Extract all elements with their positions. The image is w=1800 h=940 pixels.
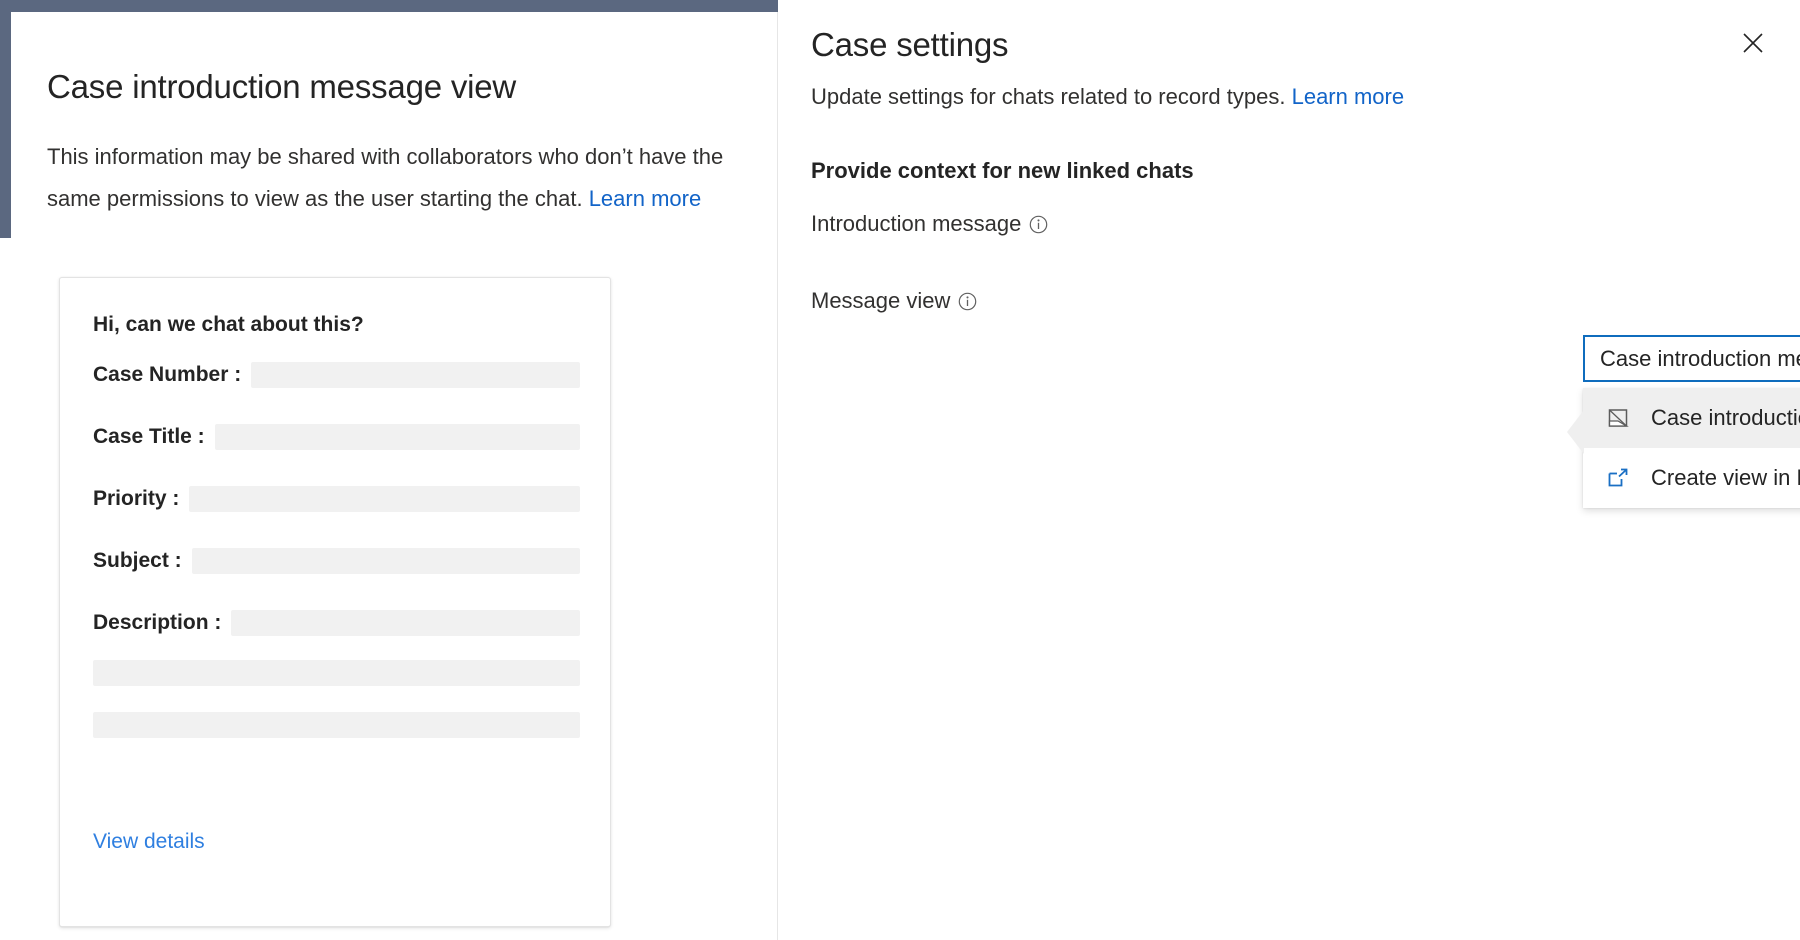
card-field-value-placeholder: [189, 486, 580, 512]
card-description-bar: [93, 712, 580, 738]
app-root: Case introduction message view This info…: [0, 0, 1800, 940]
message-preview-card: Hi, can we chat about this? Case Number …: [59, 277, 611, 927]
info-icon[interactable]: [958, 292, 977, 311]
preview-title: Case introduction message view: [47, 68, 516, 106]
card-field-label: Case Number :: [93, 363, 241, 387]
panel-subtitle-text: Update settings for chats related to rec…: [811, 84, 1292, 109]
card-field-label: Priority :: [93, 487, 179, 511]
preview-panel: Case introduction message view This info…: [11, 12, 778, 940]
dropdown-option-label: Create view in Power Apps: [1651, 465, 1800, 491]
card-field-value-placeholder: [192, 548, 580, 574]
card-description-bar: [93, 660, 580, 686]
dropdown-option-create-view-in-power-apps[interactable]: Create view in Power Apps: [1583, 448, 1800, 508]
close-icon: [1740, 30, 1766, 56]
message-view-dropdown: Case introduction message view Create vi…: [1583, 388, 1800, 508]
card-field-value-placeholder: [215, 424, 580, 450]
card-view-details-link[interactable]: View details: [93, 830, 205, 854]
panel-subtitle: Update settings for chats related to rec…: [811, 84, 1404, 110]
introduction-message-label: Introduction message: [811, 211, 1021, 237]
card-field-value-placeholder: [231, 610, 580, 636]
card-greeting: Hi, can we chat about this?: [93, 313, 364, 337]
preview-description: This information may be shared with coll…: [47, 136, 737, 220]
message-view-combobox[interactable]: [1583, 335, 1800, 382]
info-icon[interactable]: [1029, 215, 1048, 234]
window-chrome-left-strip-lower: [0, 238, 11, 940]
message-view-label: Message view: [811, 288, 950, 314]
card-field-label: Description :: [93, 611, 221, 635]
card-field-label: Case Title :: [93, 425, 205, 449]
window-chrome-top-bar: [10, 0, 778, 12]
preview-learn-more-link[interactable]: Learn more: [589, 186, 702, 211]
introduction-message-row: Introduction message: [811, 211, 1048, 237]
message-view-row: Message view: [811, 288, 977, 314]
card-field-row: Description :: [93, 610, 580, 636]
panel-title: Case settings: [811, 26, 1008, 64]
card-field-row: Case Title :: [93, 424, 580, 450]
card-field-row: Case Number :: [93, 362, 580, 388]
card-field-label: Subject :: [93, 549, 182, 573]
external-link-icon: [1605, 465, 1631, 491]
view-icon: [1605, 405, 1631, 431]
section-header: Provide context for new linked chats: [811, 158, 1194, 184]
dropdown-option-label: Case introduction message view: [1651, 405, 1800, 431]
dropdown-option-case-introduction-message-view[interactable]: Case introduction message view: [1583, 388, 1800, 448]
case-settings-panel: Case settings Update settings for chats …: [778, 0, 1800, 940]
card-field-value-placeholder: [251, 362, 580, 388]
close-button[interactable]: [1732, 22, 1774, 64]
panel-learn-more-link[interactable]: Learn more: [1292, 84, 1405, 109]
card-field-row: Subject :: [93, 548, 580, 574]
message-view-search-input[interactable]: [1585, 337, 1800, 380]
card-field-row: Priority :: [93, 486, 580, 512]
callout-beak: [1567, 410, 1584, 454]
window-chrome-left-strip: [0, 0, 11, 238]
